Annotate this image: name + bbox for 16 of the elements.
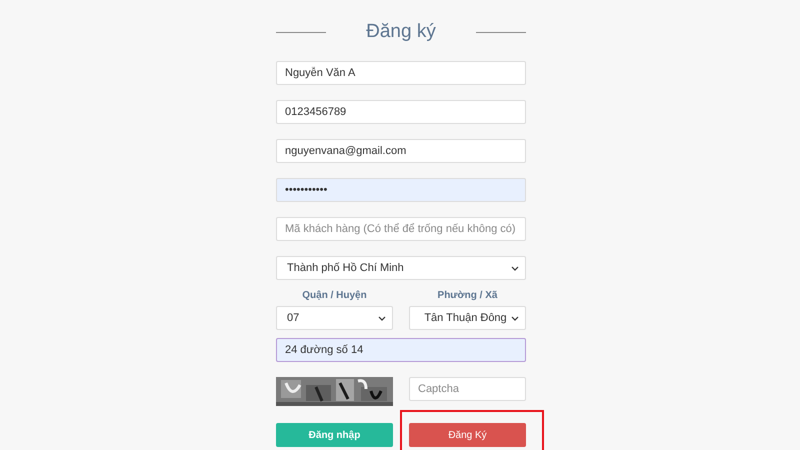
register-button[interactable]: Đăng Ký <box>409 423 526 447</box>
input-field[interactable]: ••••••••••• <box>276 178 526 202</box>
district-select[interactable]: 07 <box>276 306 393 330</box>
input-field[interactable]: nguyenvana@gmail.com <box>276 139 526 163</box>
chevron-down-icon <box>511 266 519 270</box>
address-field[interactable]: 24 đường số 14 <box>276 338 526 362</box>
input-field[interactable]: Mã khách hàng (Có thể để trống nếu không có) <box>276 217 526 241</box>
form-title: Đăng ký <box>366 21 436 43</box>
chevron-down-icon <box>511 316 519 320</box>
district-label: Quận / Huyện <box>302 290 367 301</box>
city-select[interactable]: Thành phố Hồ Chí Minh <box>276 256 526 280</box>
captcha-field[interactable]: Captcha <box>409 377 526 401</box>
chevron-down-icon <box>378 316 386 320</box>
ward-label: Phường / Xã <box>438 290 498 301</box>
input-field[interactable]: 0123456789 <box>276 100 526 124</box>
ward-select[interactable]: Tân Thuận Đông <box>409 306 526 330</box>
